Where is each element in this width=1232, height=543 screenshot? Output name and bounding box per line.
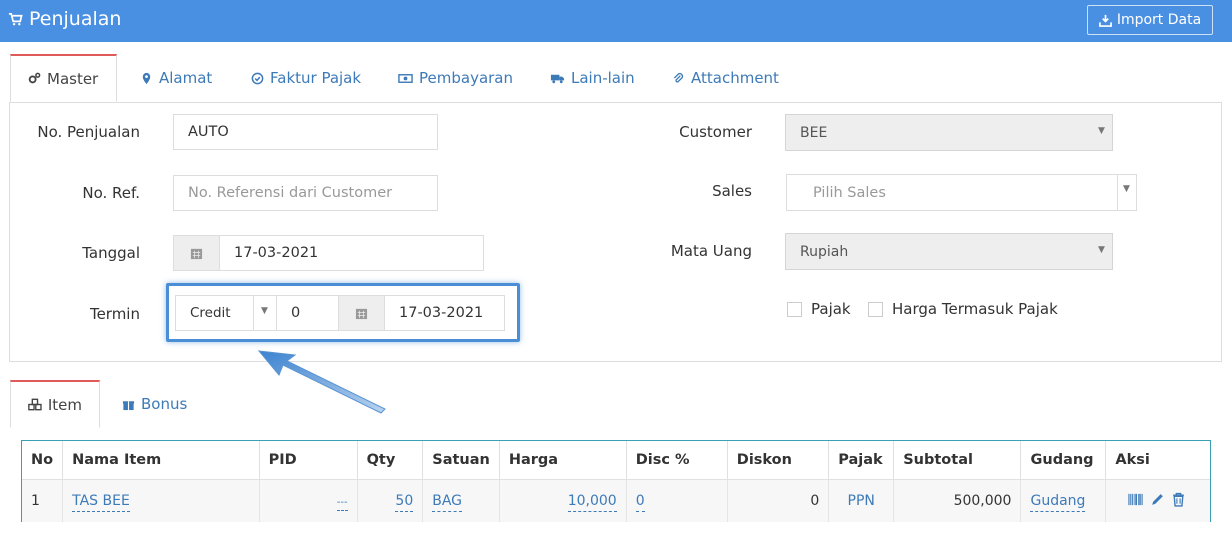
disc-link[interactable]: 0: [635, 493, 645, 512]
cell-nama-item[interactable]: TAS BEE: [62, 479, 260, 522]
no-penjualan-label: No. Penjualan: [37, 123, 140, 141]
col-header: Subtotal: [893, 441, 1022, 480]
col-header: Aksi: [1105, 441, 1210, 480]
cell-subtotal: 500,000: [893, 479, 1022, 522]
customer-value: BEE: [800, 124, 828, 141]
col-header: PID: [259, 441, 358, 480]
tab-faktur-pajak-label: Faktur Pajak: [270, 69, 362, 87]
qty-link[interactable]: 50: [395, 493, 414, 512]
pajak-checkbox[interactable]: [787, 302, 802, 317]
tab-pembayaran-label: Pembayaran: [419, 69, 513, 87]
chevron-down-icon: ▼: [1098, 245, 1105, 255]
barcode-icon[interactable]: [1128, 492, 1144, 507]
col-header: Harga: [499, 441, 627, 480]
sales-select[interactable]: Pilih Sales: [786, 174, 1118, 211]
tab-bonus-label: Bonus: [141, 395, 188, 413]
items-table: No Nama Item PID Qty Satuan Harga Disc %…: [21, 440, 1211, 522]
trash-icon[interactable]: [1171, 492, 1186, 507]
no-ref-input[interactable]: No. Referensi dari Customer: [173, 175, 438, 211]
tab-attachment[interactable]: Attachment: [672, 54, 779, 102]
paperclip-icon: [673, 72, 684, 83]
map-marker-icon: [142, 72, 151, 84]
no-penjualan-input[interactable]: AUTO: [173, 114, 438, 150]
col-header: Pajak: [828, 441, 895, 480]
mata-uang-value: Rupiah: [800, 243, 849, 260]
col-header: Nama Item: [62, 441, 260, 480]
harga-link[interactable]: 10,000: [567, 493, 617, 512]
tanggal-input[interactable]: 17-03-2021: [219, 235, 484, 271]
no-ref-label: No. Ref.: [82, 184, 140, 202]
tab-pembayaran[interactable]: Pembayaran: [398, 54, 513, 102]
customer-label: Customer: [679, 123, 752, 141]
tab-bonus[interactable]: Bonus: [122, 380, 187, 428]
col-header: No: [22, 441, 64, 480]
table-header-row: No Nama Item PID Qty Satuan Harga Disc %…: [22, 441, 1210, 480]
termin-highlight-box: [166, 283, 520, 342]
page-title: Penjualan: [8, 8, 121, 30]
import-data-label: Import Data: [1116, 12, 1202, 28]
tab-lain-lain[interactable]: Lain-lain: [550, 54, 635, 102]
page-title-text: Penjualan: [29, 8, 122, 30]
cell-satuan[interactable]: BAG: [422, 479, 500, 522]
tab-faktur-pajak[interactable]: Faktur Pajak: [251, 54, 361, 102]
tab-attachment-label: Attachment: [691, 69, 779, 87]
col-header: Satuan: [422, 441, 500, 480]
import-data-button[interactable]: Import Data: [1087, 5, 1213, 35]
harga-termasuk-pajak-checkbox[interactable]: [868, 302, 883, 317]
tab-item[interactable]: Item: [10, 380, 100, 428]
top-bar: Penjualan Import Data: [0, 0, 1232, 42]
cell-no: 1: [22, 479, 64, 522]
mata-uang-label: Mata Uang: [670, 242, 752, 260]
tab-alamat-label: Alamat: [159, 69, 213, 87]
chevron-down-icon: ▼: [1123, 184, 1130, 194]
item-tabs: Item Bonus: [10, 380, 1222, 428]
tab-master-label: Master: [47, 69, 99, 88]
chevron-down-icon: ▼: [1098, 126, 1105, 136]
cell-diskon: 0: [727, 479, 830, 522]
cell-gudang[interactable]: Gudang: [1020, 479, 1107, 522]
cell-qty[interactable]: 50: [357, 479, 424, 522]
pencil-icon[interactable]: [1150, 492, 1165, 507]
form-tabs: Master Alamat Faktur Pajak Pembayaran La…: [10, 54, 1222, 102]
cogs-icon: [28, 72, 41, 84]
money-icon: [398, 73, 413, 83]
tanggal-label: Tanggal: [82, 244, 140, 262]
table-row: 1 TAS BEE --- 50 BAG 10,000 0 0 PPN 500,…: [22, 479, 1210, 523]
cell-pid[interactable]: ---: [259, 479, 358, 522]
tab-lain-lain-label: Lain-lain: [571, 69, 635, 87]
col-header: Gudang: [1020, 441, 1107, 480]
shopping-cart-icon: [8, 12, 23, 25]
tab-item-label: Item: [47, 395, 82, 414]
col-header: Qty: [357, 441, 424, 480]
tab-master[interactable]: Master: [10, 54, 117, 102]
customer-select[interactable]: BEE: [785, 114, 1113, 151]
tanggal-calendar-button[interactable]: [173, 235, 220, 271]
pajak-label: Pajak: [811, 300, 851, 318]
gift-icon: [122, 400, 135, 410]
satuan-link[interactable]: BAG: [432, 493, 463, 512]
truck-icon: [550, 74, 565, 83]
gudang-link[interactable]: Gudang: [1030, 493, 1086, 512]
cell-harga[interactable]: 10,000: [499, 479, 627, 522]
download-icon: [1098, 14, 1112, 27]
termin-label: Termin: [89, 305, 140, 323]
calendar-icon: [190, 248, 203, 259]
tab-alamat[interactable]: Alamat: [140, 54, 212, 102]
pid-link[interactable]: ---: [336, 497, 348, 511]
mata-uang-select[interactable]: Rupiah: [785, 233, 1113, 270]
pajak-value[interactable]: PPN: [848, 493, 875, 509]
col-header: Diskon: [727, 441, 830, 480]
cell-disc[interactable]: 0: [626, 479, 728, 522]
col-header: Disc %: [626, 441, 728, 480]
cubes-icon: [28, 398, 42, 411]
check-circle-icon: [251, 72, 264, 84]
cell-aksi: [1106, 480, 1210, 523]
nama-item-link[interactable]: TAS BEE: [72, 493, 130, 512]
sales-label: Sales: [712, 182, 752, 200]
cell-pajak[interactable]: PPN: [828, 479, 895, 522]
harga-termasuk-pajak-label: Harga Termasuk Pajak: [892, 300, 1058, 318]
